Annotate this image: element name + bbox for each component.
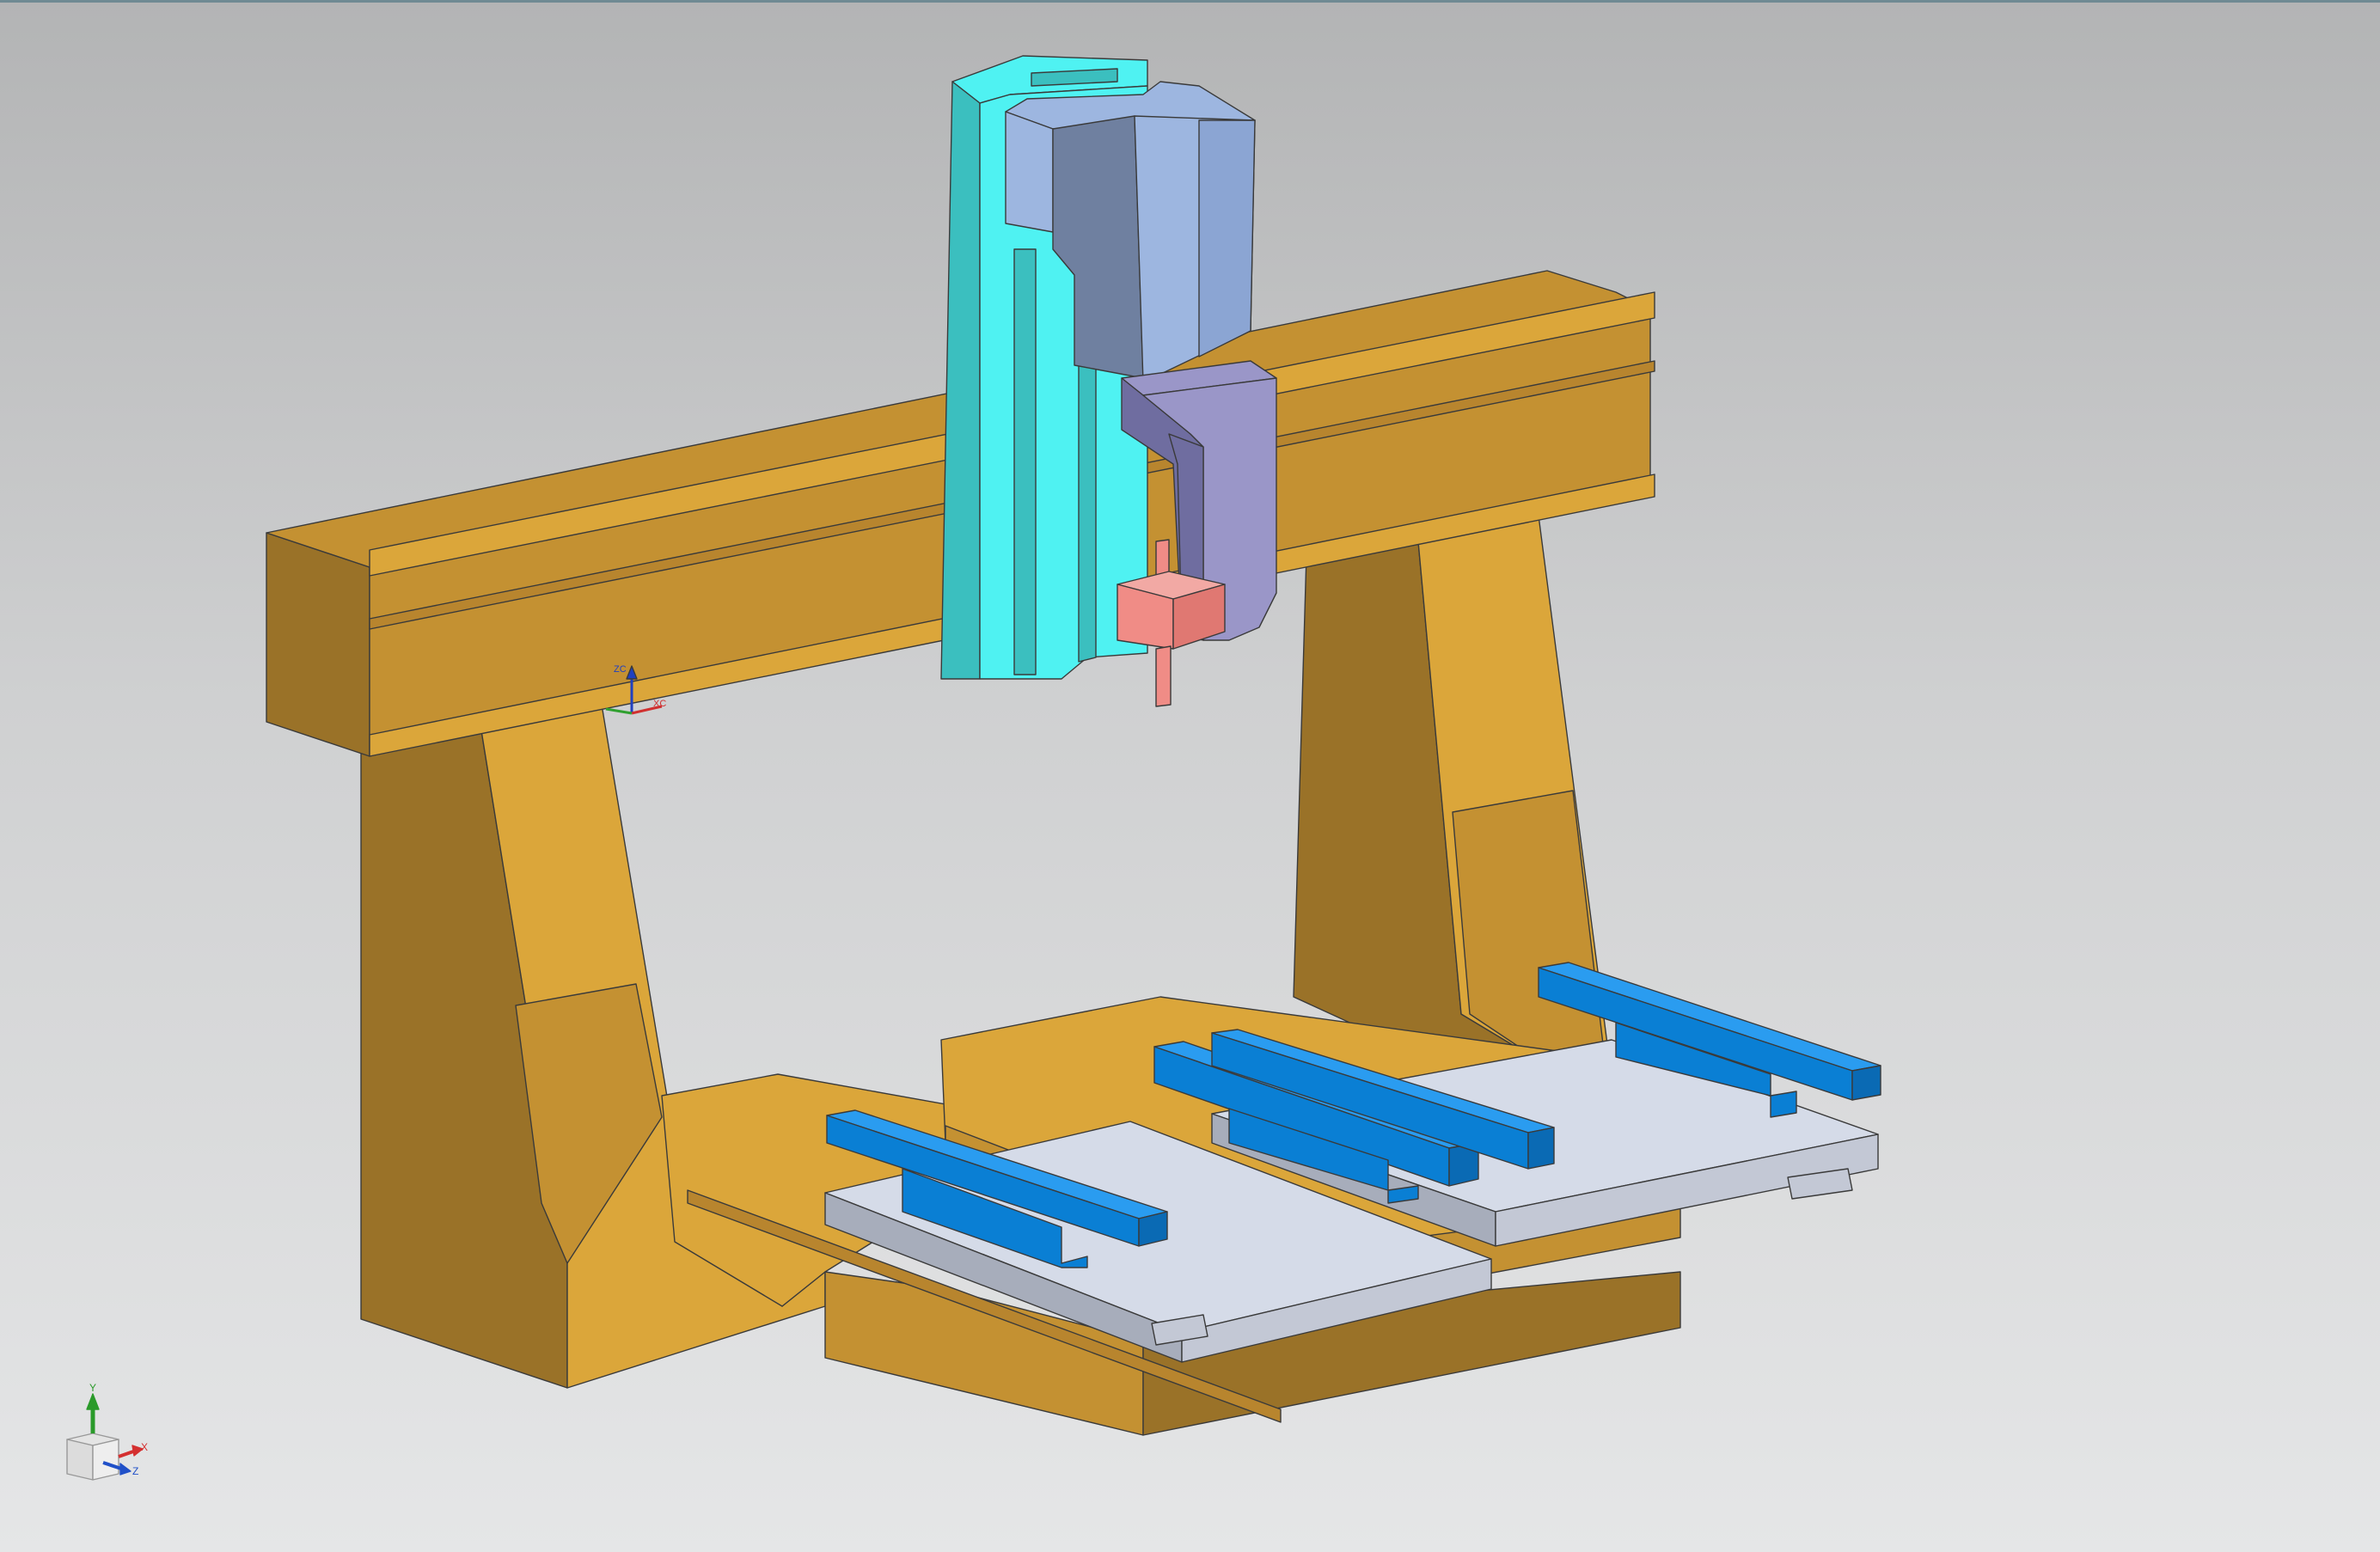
triad-z-arrow	[119, 1463, 132, 1476]
fixture-bar-3-end	[1527, 1127, 1555, 1170]
head-right-strip	[1198, 119, 1256, 357]
tool-shank-bottom	[1155, 645, 1172, 707]
triad-cube-side	[92, 1439, 119, 1481]
wcs-y-axis	[605, 707, 633, 715]
head-left-face	[1005, 111, 1054, 233]
triad-y-label: Y	[89, 1382, 96, 1394]
wcs-x-label: XC	[653, 699, 666, 709]
triad-y-arrow	[86, 1393, 100, 1410]
wcs-z-label: ZC	[614, 664, 627, 675]
triad-z-label: Z	[132, 1465, 138, 1477]
cad-model-scene[interactable]: ZC XC Y X Z	[0, 0, 2380, 1552]
triad-cube-front	[66, 1439, 94, 1481]
column-side-face	[940, 81, 981, 680]
fixture-bar-4-end	[1851, 1065, 1881, 1101]
column-slot	[1013, 248, 1037, 675]
view-triad[interactable]: Y X Z	[66, 1382, 148, 1481]
graphics-viewport[interactable]: ZC XC Y X Z	[0, 0, 2380, 1552]
triad-x-label: X	[141, 1441, 148, 1453]
crossbeam-front-end	[266, 532, 370, 757]
